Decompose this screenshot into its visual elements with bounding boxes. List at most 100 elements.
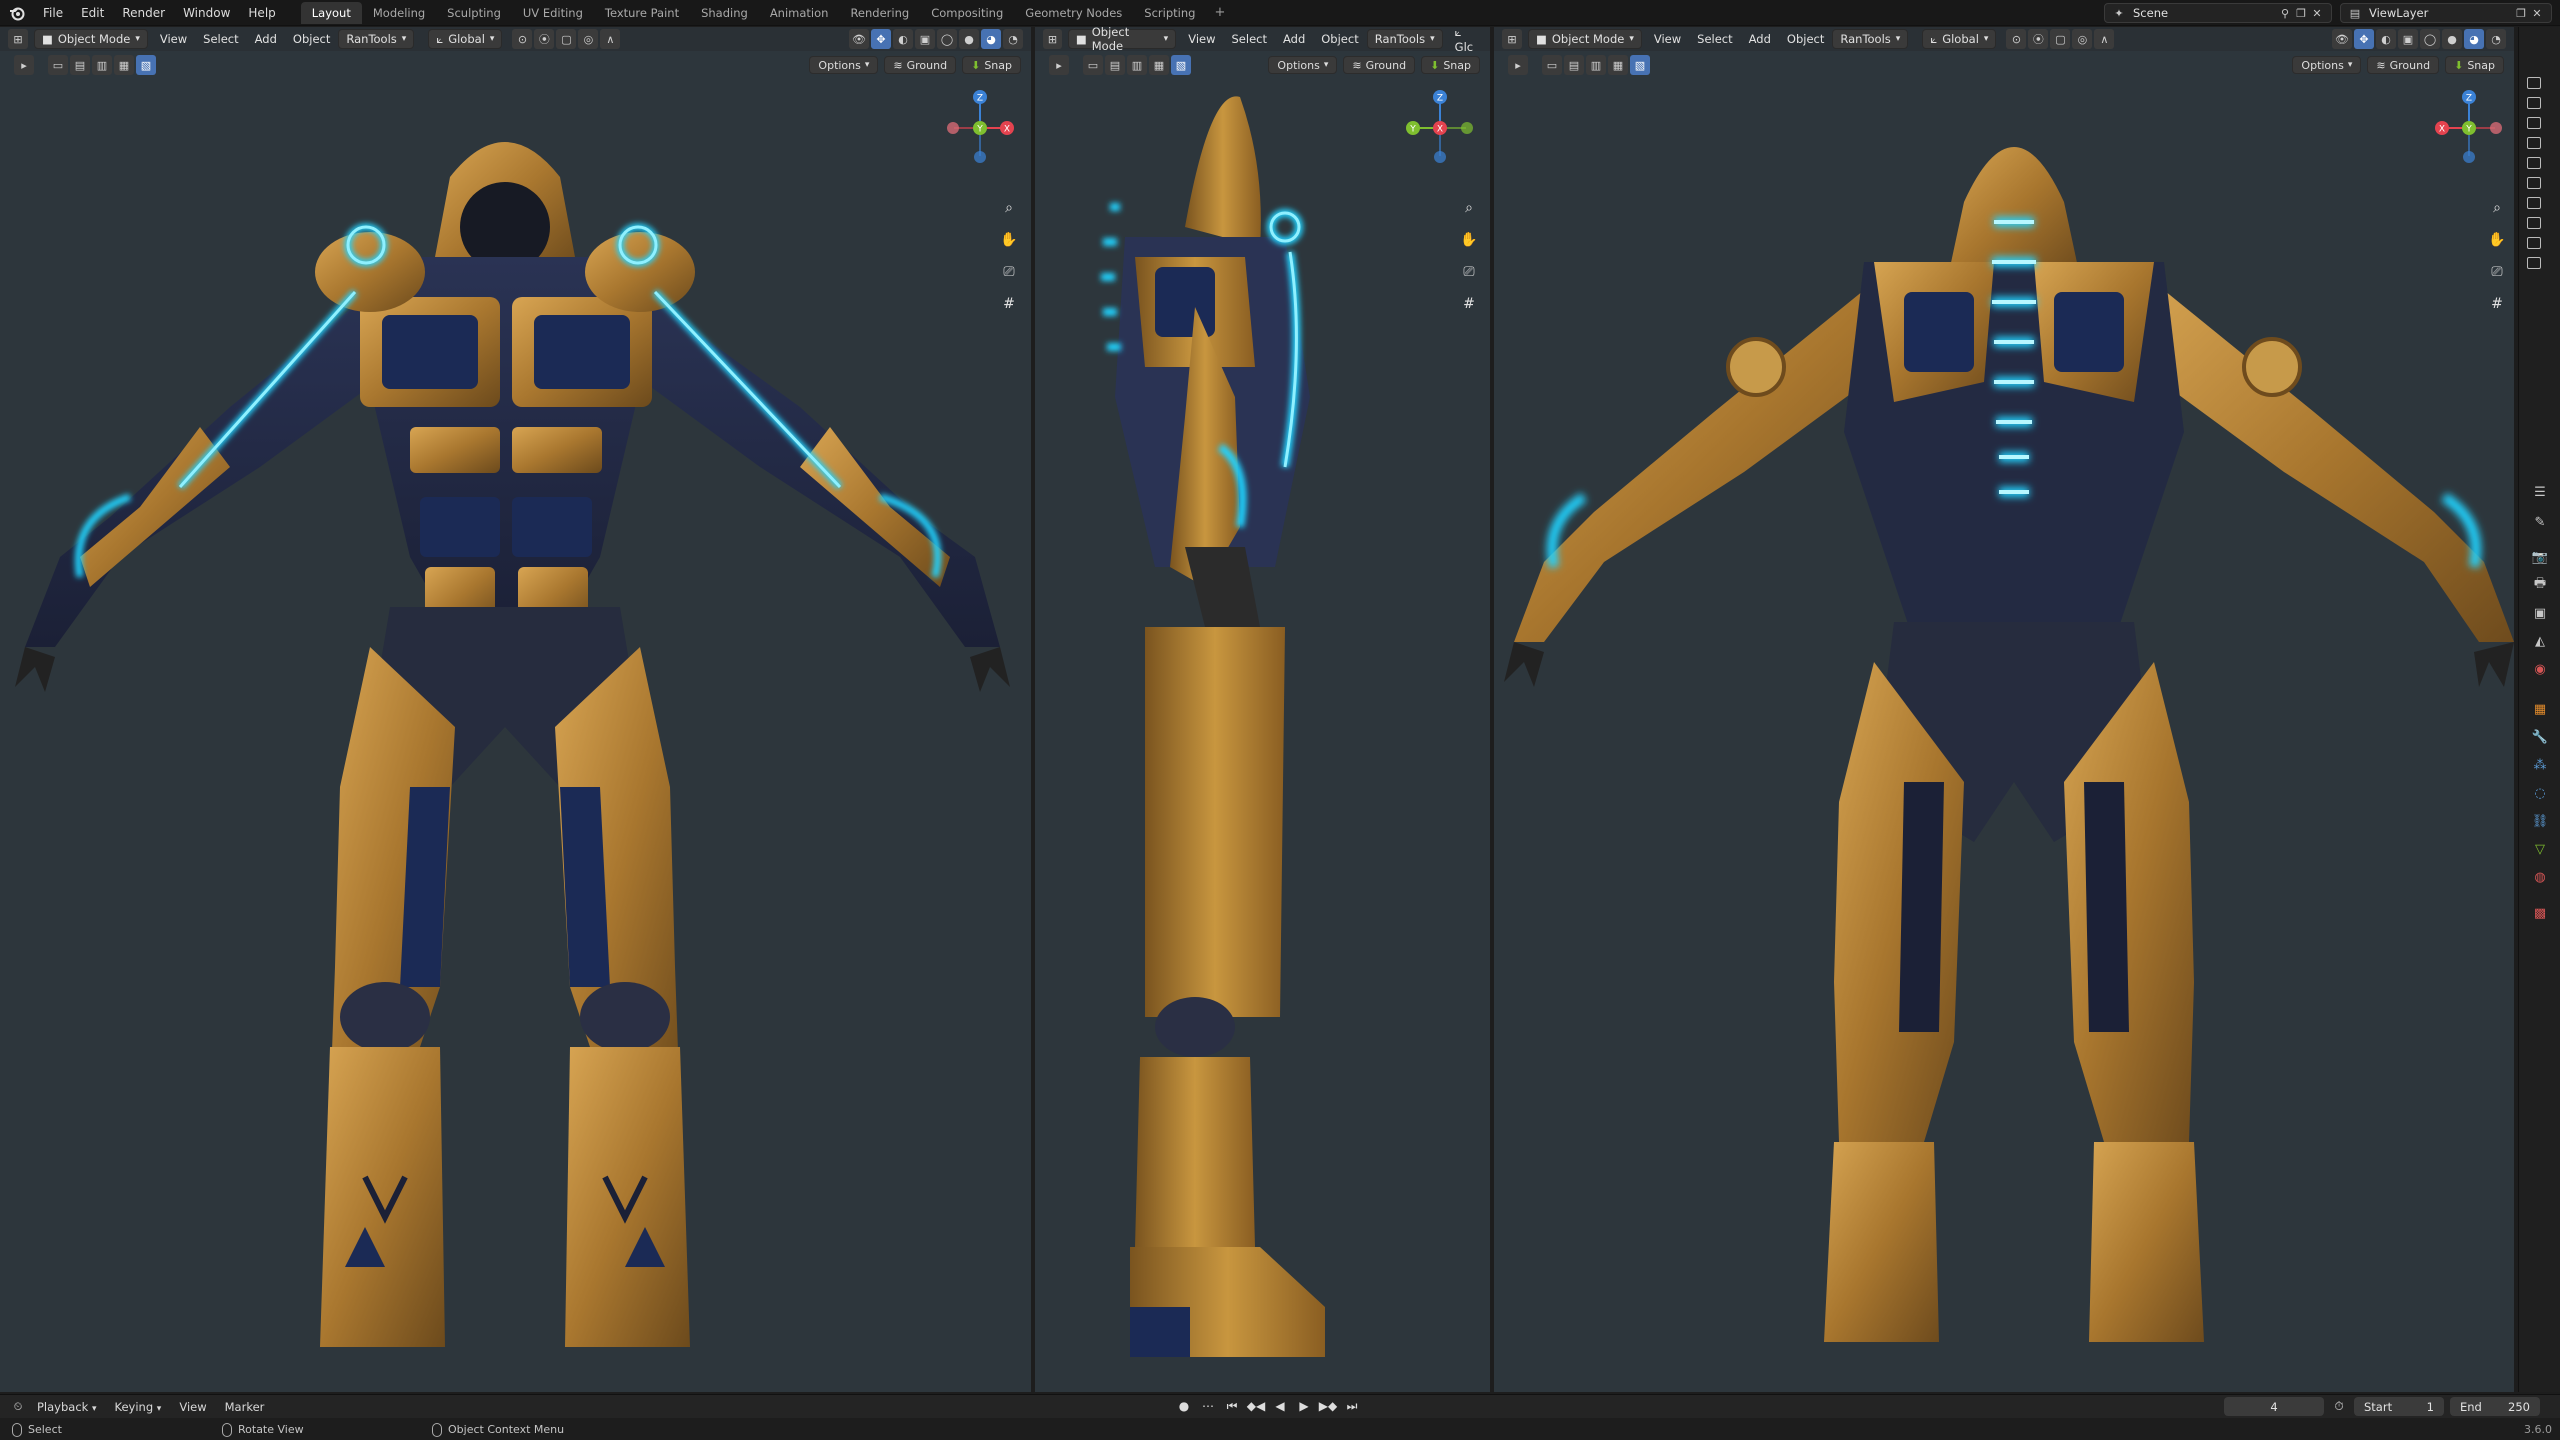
- viewport-back[interactable]: ⊞ ■ Object Mode ▾ View Select Add Object…: [1494, 27, 2514, 1392]
- outliner-camera-icon[interactable]: [2527, 97, 2541, 109]
- material-shading-icon[interactable]: ◕: [2464, 29, 2484, 49]
- menu-select[interactable]: Select: [1689, 32, 1740, 46]
- ground-button[interactable]: ≋ Ground: [884, 56, 957, 74]
- keyframe-type-icon[interactable]: ⋯: [1199, 1397, 1217, 1415]
- menu-file[interactable]: File: [34, 3, 72, 23]
- wireframe-shading-icon[interactable]: ◯: [2420, 29, 2440, 49]
- select-subtract-icon[interactable]: ▥: [1586, 55, 1606, 75]
- clock-icon[interactable]: ⏱: [2330, 1398, 2348, 1416]
- menu-edit[interactable]: Edit: [72, 3, 113, 23]
- tab-geometry-nodes[interactable]: Geometry Nodes: [1014, 2, 1133, 24]
- outliner-camera-icon[interactable]: [2527, 197, 2541, 209]
- mode-selector[interactable]: ■ Object Mode ▾: [1528, 29, 1642, 49]
- material-shading-icon[interactable]: ◕: [981, 29, 1001, 49]
- overlay-icon[interactable]: ◐: [893, 29, 913, 49]
- visibility-icon[interactable]: 👁: [2332, 29, 2352, 49]
- object-properties-icon[interactable]: ▦: [2530, 699, 2550, 719]
- tab-rendering[interactable]: Rendering: [839, 2, 920, 24]
- data-properties-icon[interactable]: ▽: [2530, 839, 2550, 859]
- outliner-camera-icon[interactable]: [2527, 157, 2541, 169]
- select-new-icon[interactable]: ▭: [48, 55, 68, 75]
- play-icon[interactable]: ▶: [1295, 1397, 1313, 1415]
- options-dropdown[interactable]: Options ▾: [2292, 56, 2362, 74]
- add-workspace-button[interactable]: +: [1206, 1, 1233, 24]
- pivot-icon[interactable]: ⊙: [512, 29, 533, 49]
- properties-menu-icon[interactable]: ☰: [2530, 482, 2550, 502]
- particles-properties-icon[interactable]: ⁂: [2530, 755, 2550, 775]
- menu-keying[interactable]: Keying ▾: [106, 1400, 171, 1414]
- tab-layout[interactable]: Layout: [300, 1, 362, 24]
- select-subtract-icon[interactable]: ▥: [92, 55, 112, 75]
- mode-selector[interactable]: ■ Object Mode ▾: [1067, 27, 1177, 53]
- snap-icon[interactable]: ⦿: [534, 29, 555, 49]
- outliner-camera-icon[interactable]: [2527, 117, 2541, 129]
- proportional-icon[interactable]: ◎: [2072, 29, 2093, 49]
- overlay-icon[interactable]: ◐: [2376, 29, 2396, 49]
- editor-type-icon[interactable]: ⏲: [8, 1397, 28, 1417]
- tab-modeling[interactable]: Modeling: [362, 2, 436, 24]
- menu-marker[interactable]: Marker: [216, 1400, 274, 1414]
- options-dropdown[interactable]: Options ▾: [809, 56, 879, 74]
- physics-properties-icon[interactable]: ◌: [2530, 783, 2550, 803]
- tab-sculpting[interactable]: Sculpting: [436, 2, 512, 24]
- mode-selector[interactable]: ■ Object Mode ▾: [34, 29, 148, 49]
- menu-view[interactable]: View: [1180, 32, 1223, 46]
- tab-uv-editing[interactable]: UV Editing: [512, 2, 594, 24]
- tab-scripting[interactable]: Scripting: [1133, 2, 1206, 24]
- select-extend-icon[interactable]: ▤: [1564, 55, 1584, 75]
- menu-window[interactable]: Window: [174, 3, 239, 23]
- select-invert-icon[interactable]: ▦: [114, 55, 134, 75]
- close-icon[interactable]: ✕: [2529, 5, 2545, 21]
- view-layer-properties-icon[interactable]: ▣: [2530, 603, 2550, 623]
- editor-type-icon[interactable]: ⊞: [8, 29, 28, 49]
- xray-icon[interactable]: ▣: [2398, 29, 2418, 49]
- menu-object[interactable]: Object: [1313, 32, 1366, 46]
- snap-button[interactable]: ⬇ Snap: [2445, 56, 2504, 74]
- menu-view[interactable]: View: [152, 32, 195, 46]
- tab-compositing[interactable]: Compositing: [920, 2, 1014, 24]
- start-frame-field[interactable]: Start 1: [2354, 1397, 2444, 1416]
- falloff-icon[interactable]: ∧: [600, 29, 621, 49]
- rantools-menu[interactable]: RanTools ▾: [1832, 29, 1909, 49]
- snap-target-icon[interactable]: ▢: [2050, 29, 2071, 49]
- next-keyframe-icon[interactable]: ▶◆: [1319, 1397, 1337, 1415]
- outliner-camera-icon[interactable]: [2527, 257, 2541, 269]
- texture-properties-icon[interactable]: ▩: [2530, 903, 2550, 923]
- outliner-camera-icon[interactable]: [2527, 177, 2541, 189]
- outliner-camera-icon[interactable]: [2527, 217, 2541, 229]
- select-extend-icon[interactable]: ▤: [70, 55, 90, 75]
- view-layer-name[interactable]: ViewLayer: [2363, 6, 2513, 20]
- rantools-menu[interactable]: RanTools ▾: [1366, 29, 1443, 49]
- close-icon[interactable]: ✕: [2309, 5, 2325, 21]
- menu-add[interactable]: Add: [247, 32, 285, 46]
- menu-view[interactable]: View: [1646, 32, 1689, 46]
- select-intersect-icon[interactable]: ▧: [1630, 55, 1650, 75]
- xray-icon[interactable]: ▣: [915, 29, 935, 49]
- rantools-menu[interactable]: RanTools ▾: [338, 29, 415, 49]
- copy-icon[interactable]: ❐: [2513, 5, 2529, 21]
- menu-select[interactable]: Select: [1224, 32, 1275, 46]
- menu-add[interactable]: Add: [1741, 32, 1779, 46]
- modifier-properties-icon[interactable]: 🔧: [2530, 727, 2550, 747]
- viewport-front[interactable]: ⊞ ■ Object Mode ▾ View Select Add Object…: [0, 27, 1031, 1392]
- blender-logo-icon[interactable]: [6, 2, 28, 24]
- outliner-camera-icon[interactable]: [2527, 137, 2541, 149]
- scene-name[interactable]: Scene: [2127, 6, 2277, 20]
- transform-orientation[interactable]: ⟀ Global ▾: [1922, 29, 1997, 49]
- select-intersect-icon[interactable]: ▧: [136, 55, 156, 75]
- gizmo-toggle-icon[interactable]: ✥: [871, 29, 891, 49]
- solid-shading-icon[interactable]: ●: [959, 29, 979, 49]
- visibility-icon[interactable]: 👁: [849, 29, 869, 49]
- prev-keyframe-icon[interactable]: ◆◀: [1247, 1397, 1265, 1415]
- menu-render[interactable]: Render: [113, 3, 174, 23]
- tool-icon[interactable]: ▸: [14, 55, 34, 75]
- editor-type-icon[interactable]: ⊞: [1502, 29, 1522, 49]
- tab-shading[interactable]: Shading: [690, 2, 759, 24]
- render-properties-icon[interactable]: 📷: [2530, 547, 2550, 567]
- menu-object[interactable]: Object: [285, 32, 338, 46]
- tool-icon[interactable]: ▸: [1508, 55, 1528, 75]
- snap-target-icon[interactable]: ▢: [556, 29, 577, 49]
- transform-orientation[interactable]: ⟀ Glc: [1447, 27, 1490, 54]
- menu-object[interactable]: Object: [1779, 32, 1832, 46]
- menu-help[interactable]: Help: [239, 3, 284, 23]
